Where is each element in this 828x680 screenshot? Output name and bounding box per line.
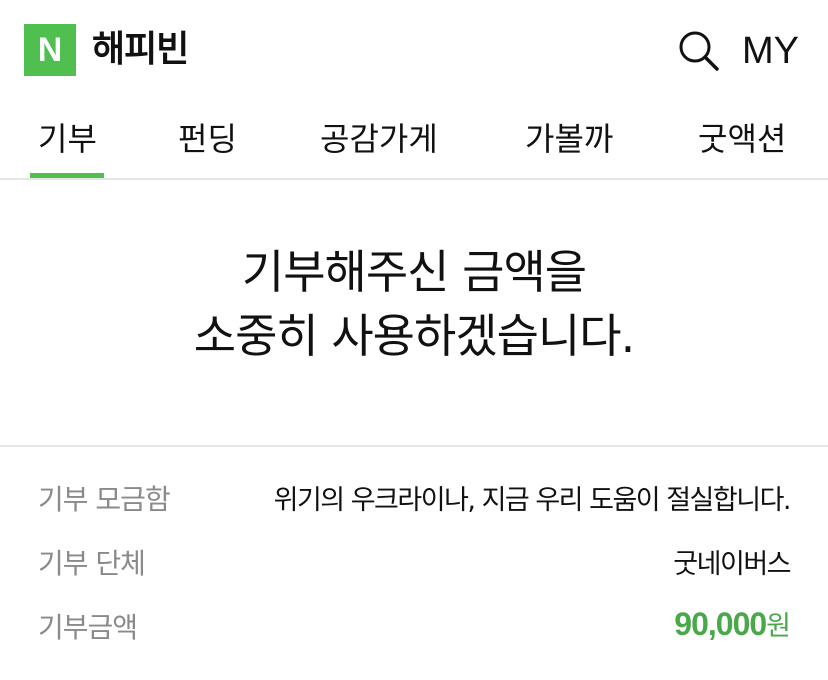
search-icon[interactable] bbox=[676, 28, 722, 74]
amount-row: 기부금액 90,000원 bbox=[38, 594, 791, 658]
thank-you-message: 기부해주신 금액을 소중히 사용하겠습니다. bbox=[0, 240, 828, 368]
message-line-1: 기부해주신 금액을 bbox=[241, 245, 587, 299]
tab-good-action[interactable]: 굿액션 bbox=[698, 114, 786, 164]
organization-row: 기부 단체 굿네이버스 bbox=[38, 530, 791, 594]
category-tabs: 기부 펀딩 공감가게 가볼까 굿액션 bbox=[0, 100, 828, 180]
brand-title: 해피빈 bbox=[92, 29, 189, 70]
app-header: N 해피빈 MY bbox=[0, 0, 828, 100]
tab-funding[interactable]: 펀딩 bbox=[178, 114, 237, 164]
organization-value: 굿네이버스 bbox=[673, 549, 791, 580]
tab-empathy-store[interactable]: 공감가게 bbox=[320, 114, 438, 164]
fundraiser-row: 기부 모금함 위기의 우크라이나, 지금 우리 도움이 절실합니다. bbox=[38, 466, 792, 530]
fundraiser-label: 기부 모금함 bbox=[38, 483, 171, 516]
section-divider bbox=[0, 445, 828, 447]
message-line-2: 소중히 사용하겠습니다. bbox=[193, 309, 635, 363]
amount-unit: 원 bbox=[766, 611, 791, 642]
fundraiser-value: 위기의 우크라이나, 지금 우리 도움이 절실합니다. bbox=[273, 485, 792, 516]
amount-number: 90,000 bbox=[674, 606, 767, 642]
amount-value: 90,000원 bbox=[674, 604, 791, 643]
active-tab-indicator bbox=[30, 173, 104, 178]
amount-label: 기부금액 bbox=[38, 611, 138, 644]
tab-donation[interactable]: 기부 bbox=[38, 114, 97, 164]
logo-letter: N bbox=[37, 31, 63, 69]
tab-gabolkka[interactable]: 가볼까 bbox=[525, 114, 613, 164]
my-page-button[interactable]: MY bbox=[742, 24, 799, 76]
naver-logo[interactable]: N bbox=[24, 24, 76, 76]
organization-label: 기부 단체 bbox=[38, 547, 146, 580]
